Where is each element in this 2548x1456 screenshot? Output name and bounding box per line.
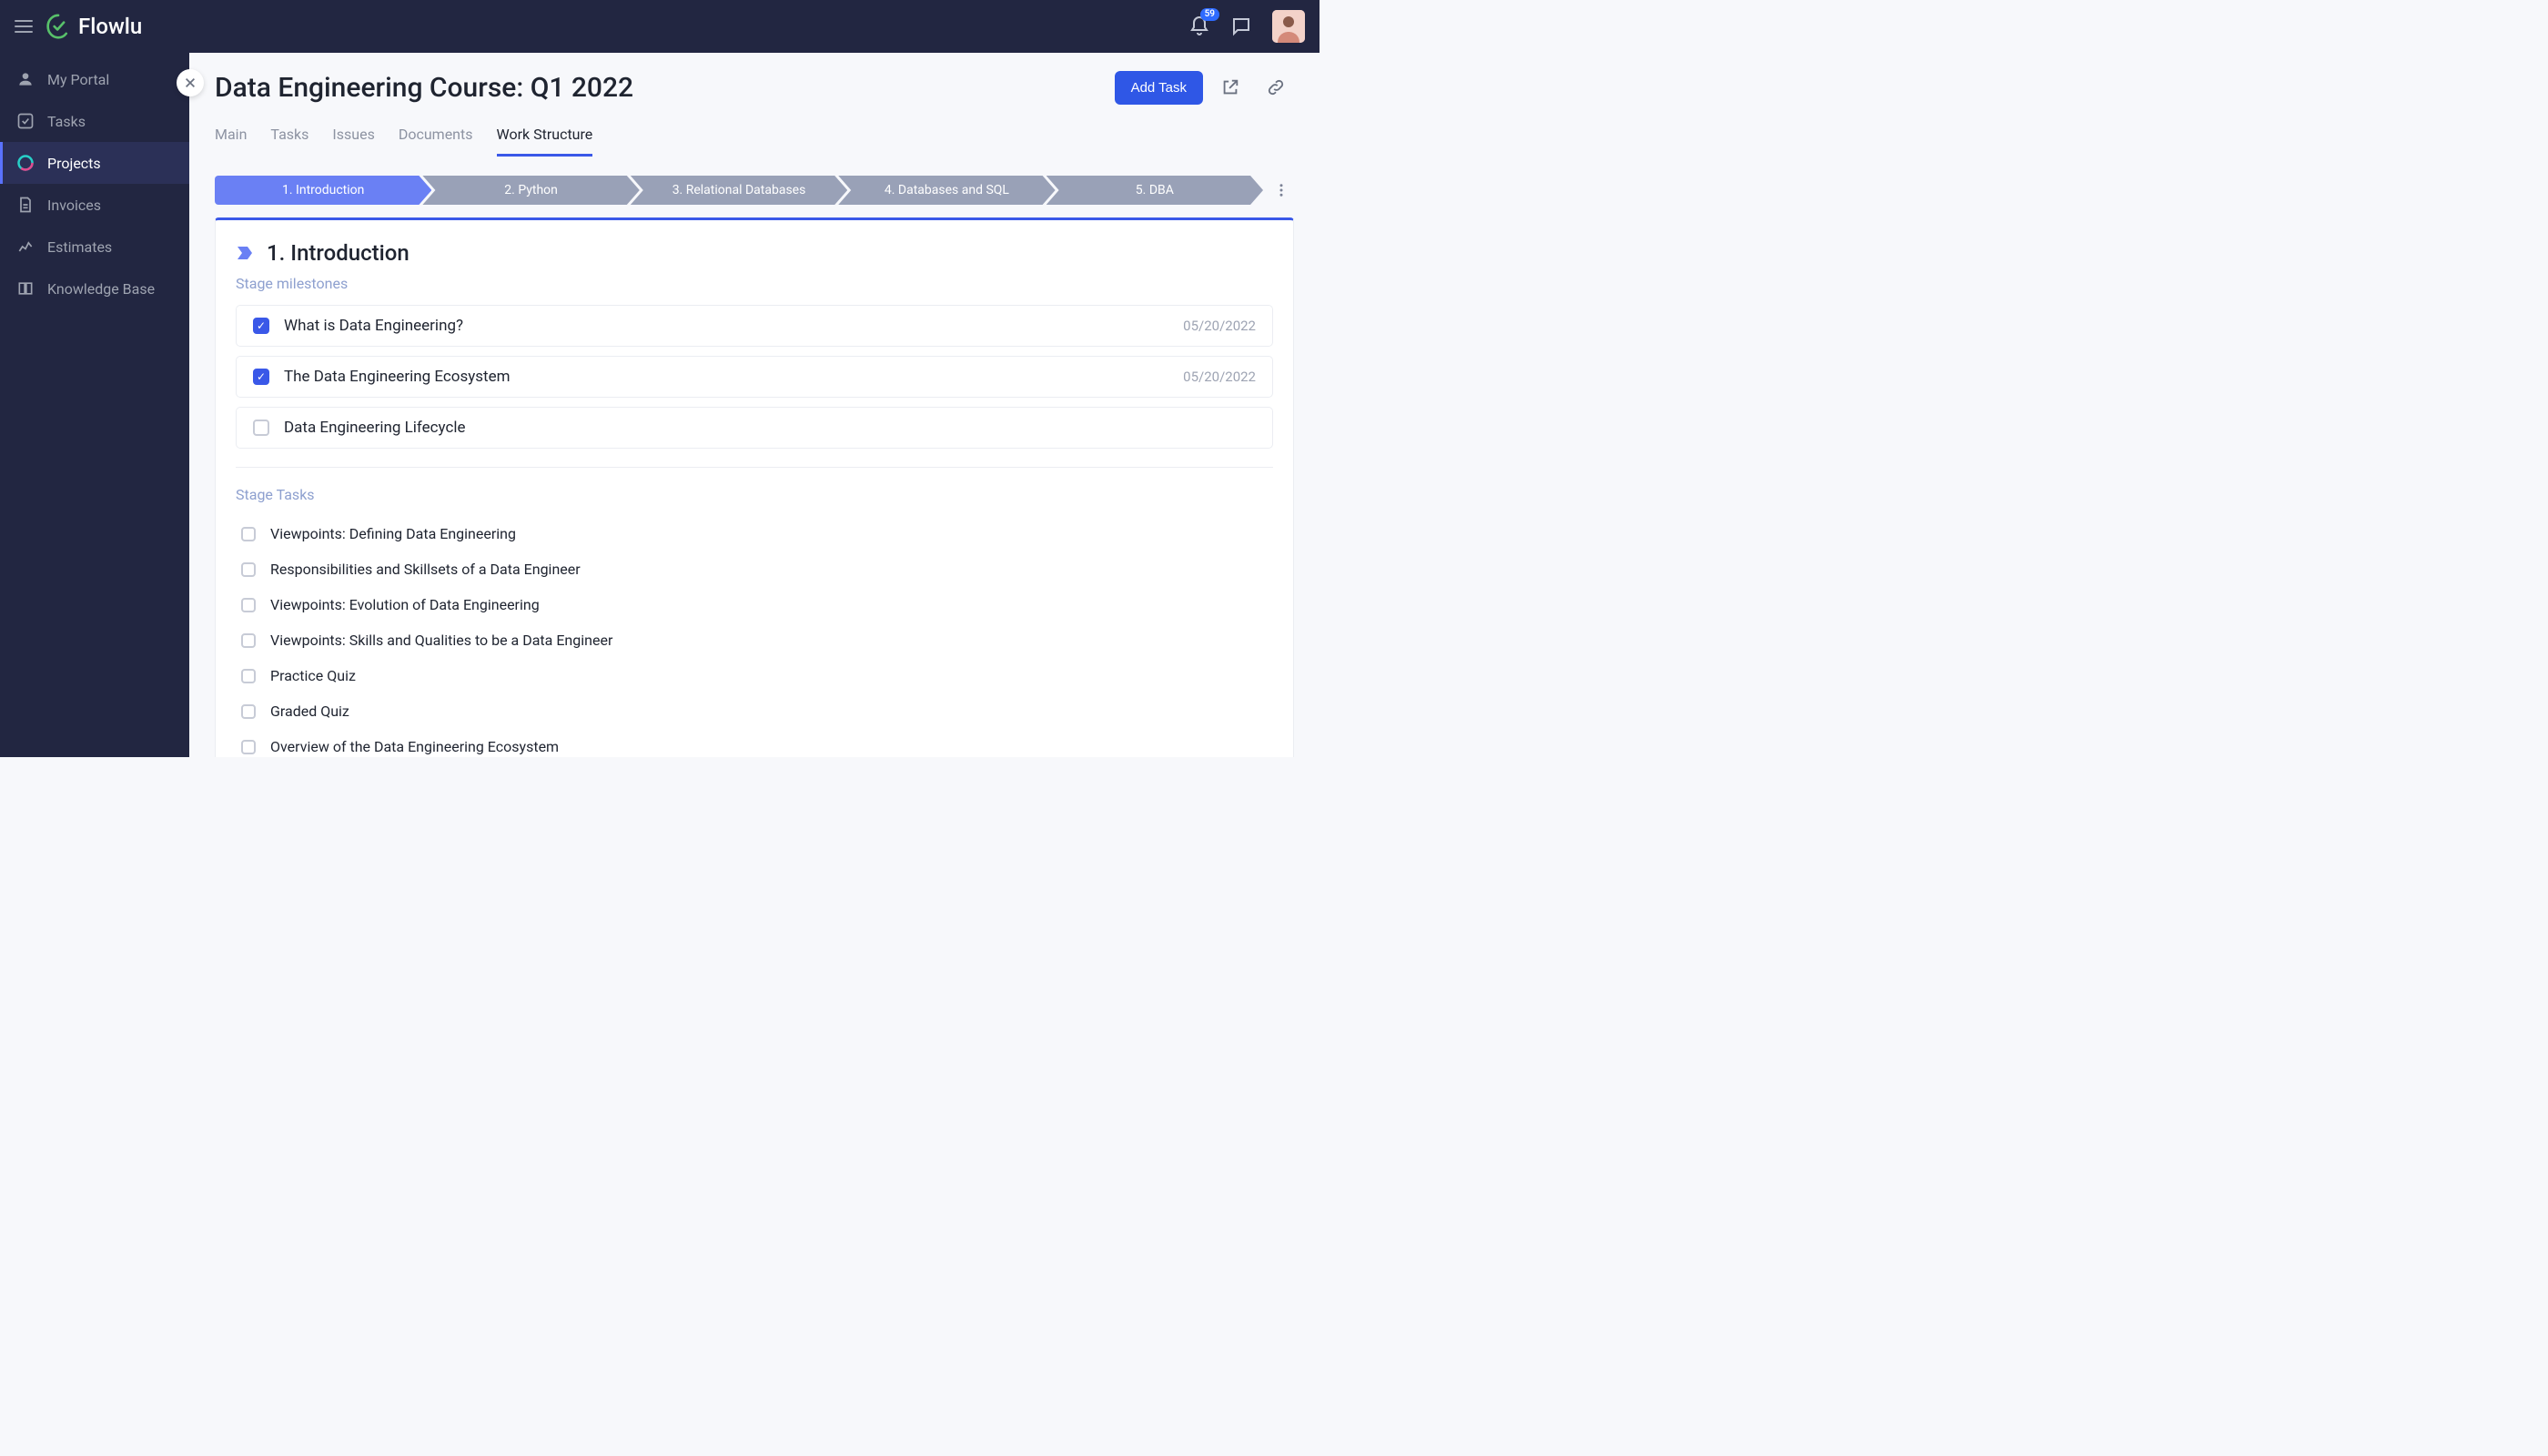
task-row[interactable]: Viewpoints: Skills and Qualities to be a… xyxy=(236,622,1273,658)
sidebar-item-tasks[interactable]: Tasks xyxy=(0,100,189,142)
menu-toggle-button[interactable] xyxy=(15,20,33,33)
tab-work-structure[interactable]: Work Structure xyxy=(497,118,593,157)
sidebar-item-myportal[interactable]: My Portal xyxy=(0,58,189,100)
sidebar-item-projects[interactable]: Projects xyxy=(0,142,189,184)
stage-chip-1[interactable]: 1. Introduction xyxy=(215,176,431,205)
page-header: Data Engineering Course: Q1 2022 Add Tas… xyxy=(189,53,1320,157)
content-scroll: 1. Introduction 2. Python 3. Relational … xyxy=(189,157,1320,757)
milestone-label: What is Data Engineering? xyxy=(284,317,463,335)
task-label: Overview of the Data Engineering Ecosyst… xyxy=(270,738,559,755)
tab-issues[interactable]: Issues xyxy=(332,118,374,157)
task-checkbox[interactable] xyxy=(241,740,256,754)
task-checkbox[interactable] xyxy=(241,527,256,541)
brand-name: Flowlu xyxy=(78,14,142,39)
task-row[interactable]: Overview of the Data Engineering Ecosyst… xyxy=(236,729,1273,757)
milestone-checkbox[interactable]: ✓ xyxy=(253,318,269,334)
stage-chip-3[interactable]: 3. Relational Databases xyxy=(631,176,847,205)
page-title: Data Engineering Course: Q1 2022 xyxy=(215,72,633,104)
main-area: Data Engineering Course: Q1 2022 Add Tas… xyxy=(189,53,1320,757)
task-row[interactable]: Practice Quiz xyxy=(236,658,1273,693)
notifications-button[interactable]: 59 xyxy=(1188,15,1210,37)
stage-chip-2[interactable]: 2. Python xyxy=(422,176,639,205)
task-checkbox[interactable] xyxy=(241,633,256,648)
task-row[interactable]: Viewpoints: Evolution of Data Engineerin… xyxy=(236,587,1273,622)
tab-main[interactable]: Main xyxy=(215,118,247,157)
milestone-row[interactable]: ✓ The Data Engineering Ecosystem 05/20/2… xyxy=(236,356,1273,398)
topbar: Flowlu 59 xyxy=(0,0,1320,53)
milestone-label: Data Engineering Lifecycle xyxy=(284,419,466,437)
task-label: Viewpoints: Evolution of Data Engineerin… xyxy=(270,596,540,613)
sidebar-item-invoices[interactable]: Invoices xyxy=(0,184,189,226)
user-avatar[interactable] xyxy=(1272,10,1305,43)
task-checkbox[interactable] xyxy=(241,669,256,683)
task-checkbox[interactable] xyxy=(241,598,256,612)
task-label: Graded Quiz xyxy=(270,703,349,720)
sidebar: My Portal Tasks Projects Invoices Estima… xyxy=(0,53,189,757)
stage-title: 1. Introduction xyxy=(267,240,410,266)
milestones-heading: Stage milestones xyxy=(236,275,1273,292)
copy-link-button[interactable] xyxy=(1258,69,1294,106)
invoice-icon xyxy=(16,196,35,214)
tasks-heading: Stage Tasks xyxy=(236,486,1273,503)
sidebar-item-label: Projects xyxy=(47,155,101,172)
sidebar-item-label: My Portal xyxy=(47,71,109,88)
sidebar-item-label: Invoices xyxy=(47,197,101,214)
project-tabs: Main Tasks Issues Documents Work Structu… xyxy=(215,118,1294,157)
sidebar-item-label: Knowledge Base xyxy=(47,280,155,298)
person-icon xyxy=(16,70,35,88)
sidebar-item-label: Tasks xyxy=(47,113,86,130)
brand-logo[interactable]: Flowlu xyxy=(46,14,142,39)
task-label: Viewpoints: Defining Data Engineering xyxy=(270,525,516,542)
milestone-label: The Data Engineering Ecosystem xyxy=(284,368,511,386)
sidebar-item-estimates[interactable]: Estimates xyxy=(0,226,189,268)
close-panel-button[interactable] xyxy=(177,69,204,96)
milestone-checkbox[interactable]: ✓ xyxy=(253,369,269,385)
task-label: Practice Quiz xyxy=(270,667,356,684)
chat-button[interactable] xyxy=(1230,15,1252,37)
task-row[interactable]: Responsibilities and Skillsets of a Data… xyxy=(236,551,1273,587)
tab-tasks[interactable]: Tasks xyxy=(270,118,308,157)
milestone-row[interactable]: Data Engineering Lifecycle xyxy=(236,407,1273,449)
task-label: Viewpoints: Skills and Qualities to be a… xyxy=(270,632,612,649)
add-task-button[interactable]: Add Task xyxy=(1115,71,1203,105)
milestone-row[interactable]: ✓ What is Data Engineering? 05/20/2022 xyxy=(236,305,1273,347)
milestone-checkbox[interactable] xyxy=(253,420,269,436)
tab-documents[interactable]: Documents xyxy=(399,118,473,157)
stage-panel: 1. Introduction Stage milestones ✓ What … xyxy=(215,217,1294,757)
book-icon xyxy=(16,279,35,298)
milestone-date: 05/20/2022 xyxy=(1183,318,1256,334)
task-checkbox[interactable] xyxy=(241,562,256,577)
milestone-date: 05/20/2022 xyxy=(1183,369,1256,385)
stage-chip-4[interactable]: 4. Databases and SQL xyxy=(838,176,1055,205)
stage-more-button[interactable] xyxy=(1269,182,1294,198)
section-divider xyxy=(236,467,1273,468)
notifications-badge: 59 xyxy=(1200,8,1219,21)
task-checkbox[interactable] xyxy=(241,704,256,719)
task-row[interactable]: Graded Quiz xyxy=(236,693,1273,729)
task-row[interactable]: Viewpoints: Defining Data Engineering xyxy=(236,516,1273,551)
estimate-icon xyxy=(16,238,35,256)
stage-arrow-icon xyxy=(236,244,254,262)
stage-chip-5[interactable]: 5. DBA xyxy=(1046,176,1263,205)
logo-icon xyxy=(46,14,71,39)
stage-strip: 1. Introduction 2. Python 3. Relational … xyxy=(215,176,1294,205)
task-label: Responsibilities and Skillsets of a Data… xyxy=(270,561,581,578)
sidebar-item-label: Estimates xyxy=(47,238,112,256)
open-external-button[interactable] xyxy=(1212,69,1249,106)
check-square-icon xyxy=(16,112,35,130)
sidebar-item-knowledgebase[interactable]: Knowledge Base xyxy=(0,268,189,309)
topbar-actions: 59 xyxy=(1188,10,1305,43)
projects-icon xyxy=(16,154,35,172)
